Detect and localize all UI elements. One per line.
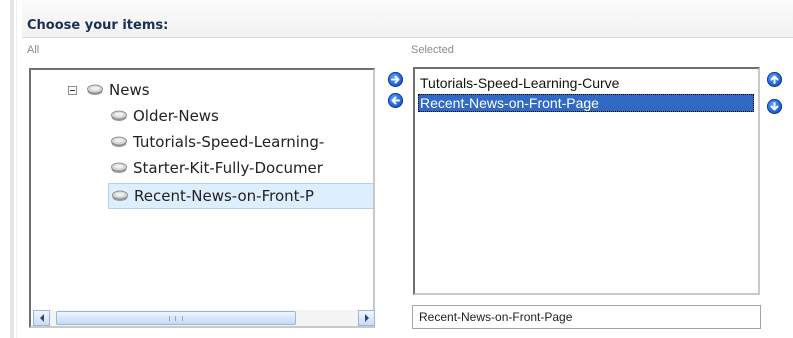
- stack-icon: [87, 84, 103, 95]
- scroll-right-button[interactable]: [358, 310, 375, 326]
- section-title: Choose your items:: [27, 18, 169, 33]
- stack-icon: [111, 110, 127, 121]
- stack-icon: [112, 190, 128, 201]
- add-to-selected-button[interactable]: [388, 72, 403, 87]
- all-items-tree[interactable]: News Older-News Tutorials-Speed-Learning…: [29, 68, 375, 328]
- collapse-toggle[interactable]: [68, 86, 77, 95]
- selected-items-list[interactable]: Tutorials-Speed-Learning-Curve Recent-Ne…: [413, 67, 760, 295]
- selected-list-item-active[interactable]: Recent-News-on-Front-Page: [418, 94, 754, 112]
- arrow-up-icon: [770, 75, 779, 84]
- left-border-stripe: [10, 0, 14, 338]
- tree-node-tutorials[interactable]: Tutorials-Speed-Learning-: [110, 132, 324, 152]
- item-name-field[interactable]: Recent-News-on-Front-Page: [412, 305, 761, 329]
- scroll-left-icon: [39, 314, 44, 322]
- move-down-button[interactable]: [767, 99, 782, 114]
- selected-column-label: Selected: [411, 44, 454, 56]
- scroll-right-icon: [364, 314, 369, 322]
- tree-node-older-news[interactable]: Older-News: [110, 106, 219, 126]
- arrow-left-icon: [391, 96, 400, 105]
- arrow-right-icon: [391, 75, 400, 84]
- move-up-button[interactable]: [767, 72, 782, 87]
- scroll-left-button[interactable]: [33, 310, 50, 326]
- tree-node-starter-kit[interactable]: Starter-Kit-Fully-Documer: [110, 158, 323, 178]
- tree-node-label: Tutorials-Speed-Learning-: [133, 133, 325, 151]
- tree-node-recent-news[interactable]: Recent-News-on-Front-P: [108, 183, 373, 209]
- all-column-label: All: [27, 44, 40, 56]
- stack-icon: [111, 136, 127, 147]
- tree-node-label: Starter-Kit-Fully-Documer: [133, 159, 323, 177]
- arrow-down-icon: [770, 102, 779, 111]
- tree-node-label: News: [109, 81, 150, 99]
- tree-viewport: News Older-News Tutorials-Speed-Learning…: [31, 70, 373, 302]
- tree-node-news[interactable]: News: [86, 80, 150, 100]
- stack-icon: [111, 162, 127, 173]
- left-border-stripe-inner: [16, 0, 17, 338]
- tree-node-label: Older-News: [133, 107, 219, 125]
- scrollbar-grip-icon: [169, 316, 183, 321]
- horizontal-scrollbar[interactable]: [33, 310, 375, 326]
- selected-list-item[interactable]: Tutorials-Speed-Learning-Curve: [418, 74, 754, 92]
- remove-from-selected-button[interactable]: [388, 93, 403, 108]
- header-divider: [22, 37, 793, 38]
- tree-node-label: Recent-News-on-Front-P: [134, 187, 314, 205]
- scrollbar-thumb[interactable]: [56, 311, 296, 325]
